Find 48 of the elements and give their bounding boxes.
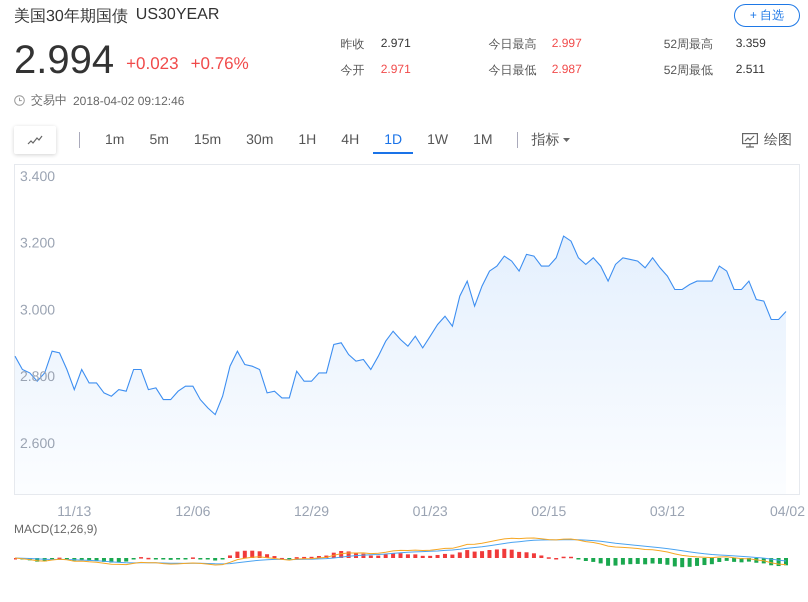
x-axis-label: 02/15 <box>531 503 566 519</box>
interval-tab[interactable]: 1H <box>287 126 328 154</box>
indicator-title: MACD(12,26,9) <box>14 522 98 536</box>
stat-value: 2.971 <box>380 36 412 52</box>
line-chart-icon <box>27 135 43 145</box>
y-axis-label: 3.400 <box>20 168 56 184</box>
interval-tab[interactable]: 1m <box>94 126 136 154</box>
stat-label: 今开 <box>340 62 366 78</box>
stat-label: 今日最低 <box>488 62 538 78</box>
instrument-symbol: US30YEAR <box>136 6 220 25</box>
stat-value: 2.971 <box>380 62 412 78</box>
interval-tab[interactable]: 4H <box>330 126 370 154</box>
y-axis-label: 3.200 <box>20 234 56 251</box>
stat-label: 52周最低 <box>664 62 714 78</box>
interval-tab[interactable]: 15m <box>182 126 232 154</box>
x-axis-label: 01/23 <box>412 503 448 519</box>
stat-label: 今日最高 <box>488 36 538 52</box>
stat-value: 2.987 <box>552 62 583 78</box>
stat-label: 昨收 <box>340 36 366 52</box>
draw-button[interactable]: 绘图 <box>742 131 800 149</box>
add-watchlist-button[interactable]: + 自选 <box>734 4 800 27</box>
trading-status: 交易中 <box>31 92 67 109</box>
stat-value: 3.359 <box>736 36 767 52</box>
interval-tab[interactable]: 30m <box>235 126 284 154</box>
instrument-name: 美国30年期国债 <box>14 6 128 27</box>
interval-tab[interactable]: 1M <box>462 126 504 154</box>
chart-board-icon <box>742 132 758 148</box>
stat-value: 2.997 <box>552 36 583 52</box>
interval-tab[interactable]: 1W <box>416 126 460 154</box>
stat-label: 52周最高 <box>664 36 714 52</box>
quote-time: 2018-04-02 09:12:46 <box>73 94 184 108</box>
x-axis-label: 12/06 <box>175 503 210 519</box>
stat-value: 2.511 <box>736 62 766 78</box>
price-change: +0.023 <box>126 54 179 74</box>
x-axis-label: 12/29 <box>294 503 330 519</box>
percent-change: +0.76% <box>190 54 249 74</box>
x-axis-label: 11/13 <box>57 503 92 519</box>
indicator-menu[interactable]: 指标 <box>532 131 570 149</box>
y-axis-label: 3.000 <box>20 301 56 318</box>
chart-type-button[interactable] <box>14 126 56 154</box>
x-axis-label: 03/12 <box>650 503 685 519</box>
caret-icon <box>562 138 570 142</box>
interval-tab[interactable]: 5m <box>138 126 180 154</box>
price: 2.994 <box>14 38 114 82</box>
x-axis-label: 04/02 <box>770 503 805 519</box>
clock-icon <box>14 95 25 106</box>
y-axis-label: 2.600 <box>20 434 56 451</box>
interval-tab[interactable]: 1D <box>373 126 414 154</box>
